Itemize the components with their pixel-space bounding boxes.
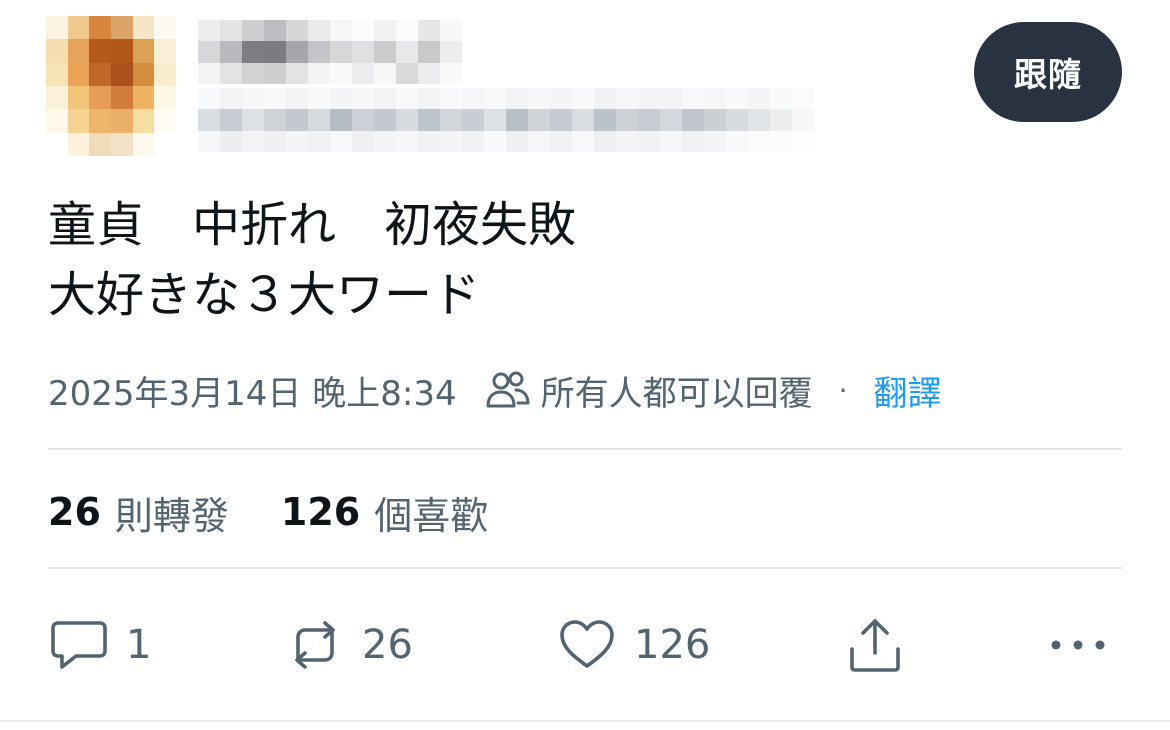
tweet-detail: 跟隨 童貞 中折れ 初夜失敗 大好きな３大ワード 2025年3月14日 晚上8:3… xyxy=(0,0,1170,730)
tweet-timestamp[interactable]: 2025年3月14日 晚上8:34 xyxy=(48,366,457,415)
retweet-count: 26 xyxy=(362,622,413,668)
more-button[interactable] xyxy=(1048,610,1108,680)
heart-icon xyxy=(558,617,616,673)
retweet-icon xyxy=(286,617,344,673)
engagement-stats: 26 則轉發 126 個喜歡 xyxy=(48,484,488,540)
like-count: 126 xyxy=(634,622,711,668)
tweet-text-line-1: 童貞 中折れ 初夜失敗 xyxy=(48,197,577,253)
reply-audience-text: 所有人都可以回覆 xyxy=(540,373,813,414)
reply-button[interactable]: 1 xyxy=(50,610,151,680)
tweet-text-line-2: 大好きな３大ワード xyxy=(48,267,481,323)
display-name-redacted[interactable] xyxy=(198,20,462,84)
likes-stat[interactable]: 126 個喜歡 xyxy=(281,485,488,540)
retweets-label: 則轉發 xyxy=(114,493,229,538)
share-icon xyxy=(846,615,904,675)
like-button[interactable]: 126 xyxy=(558,610,710,680)
handle-redacted[interactable] xyxy=(198,88,814,152)
action-bar: 1 26 126 xyxy=(0,610,1170,680)
retweets-count: 26 xyxy=(48,490,101,534)
people-icon xyxy=(485,370,531,410)
tweet-text: 童貞 中折れ 初夜失敗 大好きな３大ワード xyxy=(48,190,1118,330)
divider xyxy=(48,567,1122,569)
retweets-stat[interactable]: 26 則轉發 xyxy=(48,485,229,540)
divider xyxy=(48,448,1122,450)
share-button[interactable] xyxy=(846,610,904,680)
retweet-button[interactable]: 26 xyxy=(286,610,413,680)
reply-count: 1 xyxy=(126,622,152,668)
avatar[interactable] xyxy=(46,16,176,156)
tweet-meta: 2025年3月14日 晚上8:34 所有人都可以回覆 · 翻譯 xyxy=(48,362,942,418)
more-icon xyxy=(1048,635,1108,655)
likes-count: 126 xyxy=(280,490,361,534)
bottom-divider xyxy=(0,720,1170,722)
meta-separator: · xyxy=(838,373,848,407)
reply-icon xyxy=(50,617,108,673)
likes-label: 個喜歡 xyxy=(374,493,489,538)
translate-link[interactable]: 翻譯 xyxy=(874,366,942,415)
follow-button[interactable]: 跟隨 xyxy=(974,22,1122,122)
